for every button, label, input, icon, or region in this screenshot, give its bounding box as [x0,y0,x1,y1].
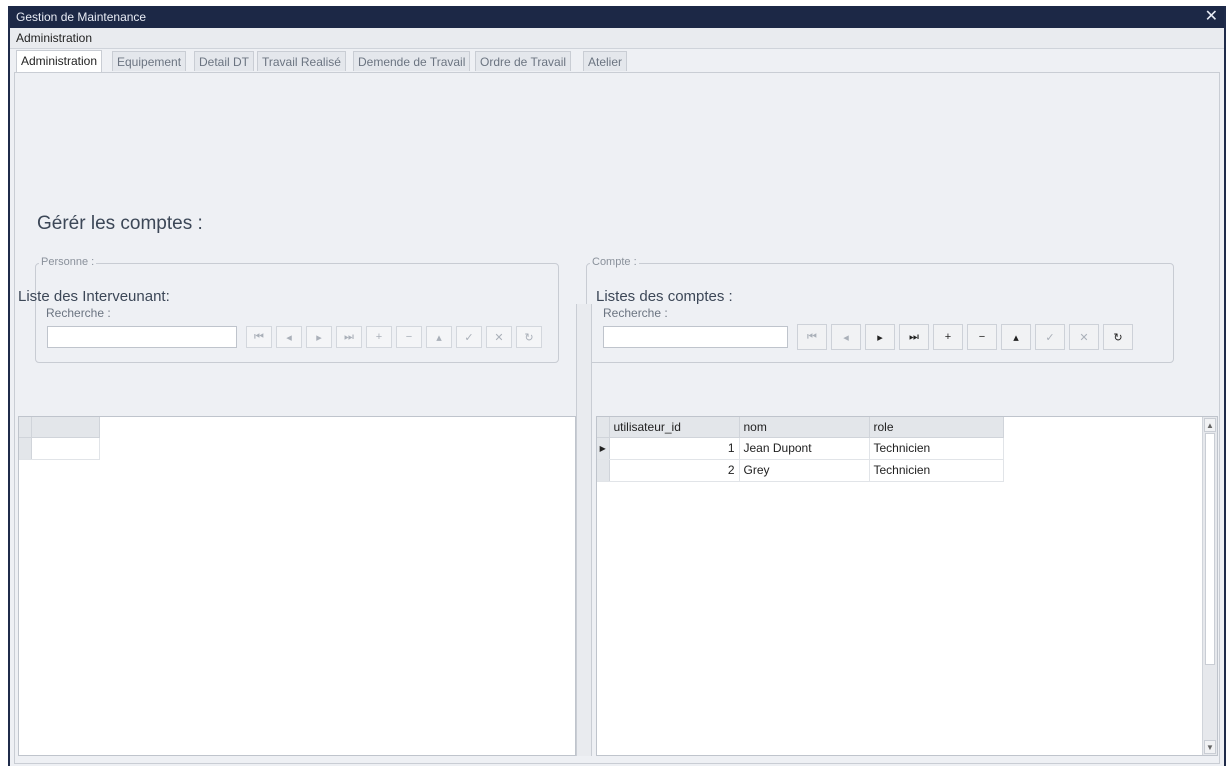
table-header-row [19,417,100,438]
refresh-icon[interactable]: ↻ [1103,324,1133,350]
tab-administration[interactable]: Administration [16,50,103,72]
comptes-grid[interactable]: utilisateur_id nom role ▶ 1 Jean Dupont … [596,416,1218,756]
current-row-indicator-icon: ▶ [597,437,610,460]
compte-group: Compte : Recherche : ⏮ ◂ ▸ ⏭ + − ▴ ✓ ✕ ↻ [586,256,1174,363]
vertical-scrollbar[interactable]: ▲ ▼ [1202,417,1217,755]
menu-administration[interactable]: Administration [16,31,92,45]
interveunant-table [19,417,100,460]
cell-role[interactable]: Technicien [869,437,1004,460]
row-header [597,459,610,482]
row-header-corner [597,417,610,438]
tab-atelier[interactable]: Atelier [583,51,628,71]
delete-record-icon[interactable]: − [396,326,422,348]
previous-record-icon[interactable]: ◂ [276,326,302,348]
main-window: Gestion de Maintenance ✕ Administration … [8,6,1226,766]
comptes-list-title: Listes des comptes : [596,288,733,305]
first-record-icon[interactable]: ⏮ [797,324,827,350]
first-record-icon[interactable]: ⏮ [246,326,272,348]
column-header[interactable] [31,417,100,438]
tab-demende-de-travail[interactable]: Demende de Travail [353,51,471,71]
compte-search-label: Recherche : [603,306,668,320]
comptes-table: utilisateur_id nom role ▶ 1 Jean Dupont … [597,417,1004,482]
table-row[interactable]: ▶ 1 Jean Dupont Technicien [597,437,1004,460]
add-record-icon[interactable]: + [366,326,392,348]
scroll-down-icon[interactable]: ▼ [1204,740,1216,754]
cell-utilisateur-id[interactable]: 1 [609,437,740,460]
cancel-x-icon[interactable]: ✕ [486,326,512,348]
table-header-row: utilisateur_id nom role [597,417,1004,438]
window-title: Gestion de Maintenance [16,10,147,24]
last-record-icon[interactable]: ⏭ [899,324,929,350]
delete-record-icon[interactable]: − [967,324,997,350]
column-header-role[interactable]: role [869,417,1004,438]
move-up-icon[interactable]: ▴ [1001,324,1031,350]
personne-search-label: Recherche : [46,306,111,320]
tab-ordre-de-travail[interactable]: Ordre de Travail [475,51,572,71]
table-row[interactable] [19,437,100,460]
close-icon[interactable]: ✕ [1205,6,1218,28]
compte-legend: Compte : [590,256,639,268]
scroll-up-icon[interactable]: ▲ [1204,418,1216,432]
column-header-utilisateur-id[interactable]: utilisateur_id [609,417,740,438]
refresh-icon[interactable]: ↻ [516,326,542,348]
title-bar: Gestion de Maintenance ✕ [10,6,1224,28]
save-check-icon[interactable]: ✓ [456,326,482,348]
tab-travail-realise[interactable]: Travail Realisé [257,51,346,71]
tab-equipement[interactable]: Equipement [112,51,187,71]
column-header-nom[interactable]: nom [739,417,870,438]
last-record-icon[interactable]: ⏭ [336,326,362,348]
menu-bar: Administration [10,28,1224,49]
save-check-icon[interactable]: ✓ [1035,324,1065,350]
personne-legend: Personne : [39,256,97,268]
row-header [19,437,32,460]
interveunant-list-title: Liste des Interveunant: [18,288,170,305]
tab-detail-dt[interactable]: Detail DT [194,51,255,71]
next-record-icon[interactable]: ▸ [306,326,332,348]
move-up-icon[interactable]: ▴ [426,326,452,348]
personne-group: Personne : Recherche : ⏮ ◂ ▸ ⏭ + − ▴ ✓ ✕ ↻ [35,256,559,363]
next-record-icon[interactable]: ▸ [865,324,895,350]
table-cell[interactable] [31,437,100,460]
scrollbar-thumb[interactable] [1205,433,1215,665]
personne-navigator: ⏮ ◂ ▸ ⏭ + − ▴ ✓ ✕ ↻ [246,326,546,348]
row-header-corner [19,417,32,438]
table-row[interactable]: 2 Grey Technicien [597,459,1004,482]
previous-record-icon[interactable]: ◂ [831,324,861,350]
personne-search-input[interactable] [47,326,237,348]
compte-navigator: ⏮ ◂ ▸ ⏭ + − ▴ ✓ ✕ ↻ [797,324,1137,350]
interveunant-grid[interactable] [18,416,576,756]
cancel-x-icon[interactable]: ✕ [1069,324,1099,350]
cell-role[interactable]: Technicien [869,459,1004,482]
cell-utilisateur-id[interactable]: 2 [609,459,740,482]
cell-nom[interactable]: Jean Dupont [739,437,870,460]
tab-strip: Administration Equipement Detail DT Trav… [16,50,1224,72]
pane-splitter[interactable] [576,304,592,756]
page-title: Gérér les comptes : [37,213,203,234]
compte-search-input[interactable] [603,326,788,348]
cell-nom[interactable]: Grey [739,459,870,482]
add-record-icon[interactable]: + [933,324,963,350]
